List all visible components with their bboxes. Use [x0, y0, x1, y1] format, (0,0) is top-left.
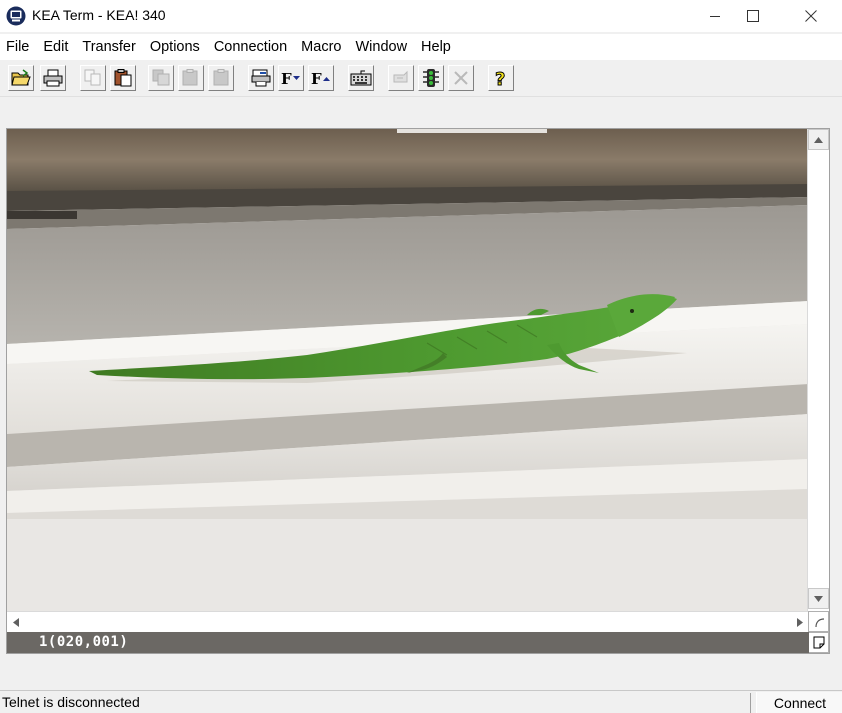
resize-corner-button[interactable]: [808, 611, 829, 632]
keyboard-icon: [350, 70, 372, 86]
menu-transfer[interactable]: Transfer: [77, 34, 144, 60]
arrow-left-icon: [13, 618, 19, 627]
clipboard-icon: [213, 69, 229, 86]
terminal-window[interactable]: 1(020,001): [6, 128, 830, 654]
scroll-right-button[interactable]: [791, 612, 809, 633]
font-down-icon: F: [281, 70, 300, 87]
window-title: KEA Term - KEA! 340: [32, 7, 166, 23]
menu-help[interactable]: Help: [416, 34, 460, 60]
close-button[interactable]: [788, 0, 834, 32]
font-up-icon: F: [311, 70, 330, 87]
title-bar: KEA Term - KEA! 340: [0, 0, 842, 32]
menu-macro[interactable]: Macro: [296, 34, 350, 60]
print-button[interactable]: [40, 65, 66, 91]
clipboard-button[interactable]: [208, 65, 234, 91]
help-button[interactable]: ?: [488, 65, 514, 91]
maximize-button[interactable]: [730, 0, 776, 32]
maximize-icon: [747, 10, 759, 22]
resize-corner-icon: [814, 617, 824, 627]
minimize-icon: [710, 16, 720, 17]
print-screen-icon: [251, 69, 271, 87]
open-button[interactable]: [8, 65, 34, 91]
page-button[interactable]: [808, 632, 829, 653]
traffic-light-button[interactable]: [418, 65, 444, 91]
svg-text:?: ?: [495, 69, 505, 88]
paste-table-button[interactable]: [178, 65, 204, 91]
menu-window[interactable]: Window: [350, 34, 416, 60]
connect-hand-button[interactable]: [388, 65, 414, 91]
cursor-position: 1(020,001): [39, 634, 129, 650]
paste-table-icon: [182, 69, 198, 86]
connection-status-text: Telnet is disconnected: [2, 694, 140, 710]
status-bar: Telnet is disconnected Connect: [0, 690, 842, 713]
svg-text:F: F: [281, 70, 292, 87]
open-folder-icon: [11, 69, 31, 86]
copy-table-button[interactable]: [148, 65, 174, 91]
paste-icon: [114, 69, 132, 87]
arrow-right-icon: [797, 618, 803, 627]
toolbar: F F ?: [0, 62, 842, 97]
disconnect-x-icon: [454, 71, 468, 85]
font-up-button[interactable]: F: [308, 65, 334, 91]
status-divider: [750, 693, 751, 713]
connect-hand-icon: [393, 70, 408, 83]
font-down-button[interactable]: F: [278, 65, 304, 91]
close-icon: [805, 10, 817, 22]
help-question-icon: ?: [495, 69, 506, 89]
print-screen-button[interactable]: [248, 65, 274, 91]
disconnect-button[interactable]: [448, 65, 474, 91]
printer-icon: [43, 69, 63, 87]
menu-connection[interactable]: Connection: [209, 34, 296, 60]
arrow-up-icon: [814, 136, 823, 143]
arrow-down-icon: [814, 595, 823, 602]
vertical-scrollbar[interactable]: [807, 129, 829, 611]
copy-table-icon: [152, 69, 170, 86]
page-icon: [813, 636, 824, 649]
terminal-status-line: 1(020,001): [7, 632, 809, 653]
scroll-down-button[interactable]: [808, 588, 829, 609]
copy-icon: [84, 69, 101, 86]
connect-button[interactable]: Connect: [756, 692, 842, 713]
menu-file[interactable]: File: [0, 34, 38, 60]
menu-bar: File Edit Transfer Options Connection Ma…: [0, 34, 842, 60]
paste-button[interactable]: [110, 65, 136, 91]
scroll-up-button[interactable]: [808, 129, 829, 150]
svg-text:F: F: [311, 70, 322, 87]
copy-button[interactable]: [80, 65, 106, 91]
menu-options[interactable]: Options: [145, 34, 209, 60]
horizontal-scrollbar[interactable]: [7, 611, 809, 633]
kea-app-icon: [6, 6, 26, 26]
menu-edit[interactable]: Edit: [38, 34, 77, 60]
keyboard-button[interactable]: [348, 65, 374, 91]
traffic-light-icon: [423, 69, 439, 87]
scroll-left-button[interactable]: [7, 612, 25, 633]
lizard-photo: [7, 129, 809, 519]
